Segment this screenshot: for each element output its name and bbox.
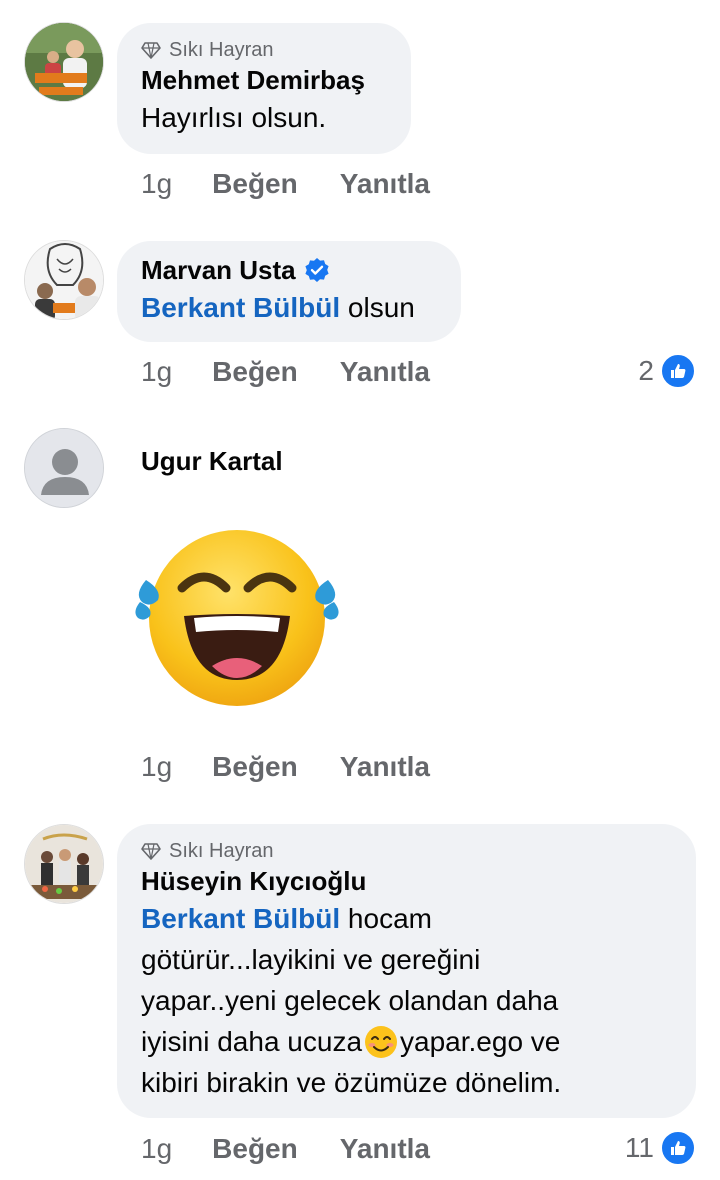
like-button[interactable]: Beğen <box>212 751 298 783</box>
avatar-photo <box>25 825 103 903</box>
comment-actions: 1g Beğen Yanıtla <box>141 354 430 390</box>
comment-time[interactable]: 1g <box>141 356 172 388</box>
comment-text-segment: yapar.ego ve <box>400 1026 561 1057</box>
avatar-photo <box>25 241 103 319</box>
comment-actions: 1g Beğen Yanıtla <box>141 166 430 202</box>
comment-text-line: yapar..yeni gelecek olandan daha <box>141 985 559 1016</box>
reaction-summary[interactable]: 2 <box>638 353 696 389</box>
comment-text-line: götürür...layikini ve gereğini <box>141 944 481 975</box>
comment-time[interactable]: 1g <box>141 751 172 783</box>
reaction-summary[interactable]: 11 <box>625 1130 696 1166</box>
laughing-with-tears-emoji <box>132 528 342 708</box>
comment-text-body: olsun <box>347 292 415 323</box>
fan-badge: Sıkı Hayran <box>141 838 672 864</box>
fan-badge-label: Sıkı Hayran <box>169 839 274 862</box>
comment-bubble: Sıkı Hayran Mehmet Demirbaş Hayırlısı ol… <box>117 23 411 154</box>
reaction-count: 11 <box>624 1132 654 1163</box>
avatar[interactable] <box>24 824 104 904</box>
comment-author[interactable]: Mehmet Demirbaş <box>141 63 387 97</box>
avatar[interactable] <box>24 22 104 102</box>
fan-badge: Sıkı Hayran <box>141 37 387 63</box>
comment-author[interactable]: Ugur Kartal <box>141 444 283 478</box>
comment-actions: 1g Beğen Yanıtla <box>141 749 430 785</box>
mention-link[interactable]: Berkant Bülbül <box>141 292 340 323</box>
avatar-photo <box>25 23 103 101</box>
comment-text-line: hocam <box>347 903 432 934</box>
comment-text-line: kibiri birakin ve özümüze dönelim. <box>141 1067 562 1098</box>
reaction-count: 2 <box>638 355 654 386</box>
like-button[interactable]: Beğen <box>212 356 298 388</box>
reply-button[interactable]: Yanıtla <box>340 1133 430 1165</box>
comment-text: Hayırlısı olsun. <box>141 102 327 133</box>
default-avatar-icon <box>25 429 103 507</box>
avatar[interactable] <box>24 428 104 508</box>
reply-button[interactable]: Yanıtla <box>340 356 430 388</box>
like-button[interactable]: Beğen <box>212 168 298 200</box>
mention-link[interactable]: Berkant Bülbül <box>141 903 340 934</box>
verified-badge-icon <box>305 258 329 282</box>
smiling-face-emoji-icon <box>365 1025 398 1058</box>
comment-text: Berkant Bülbül hocam götürür...layikini … <box>141 898 672 1103</box>
comment-bubble: Sıkı Hayran Hüseyin Kıycıoğlu Berkant Bü… <box>117 824 696 1118</box>
diamond-icon <box>141 42 161 59</box>
comment-author[interactable]: Hüseyin Kıycıoğlu <box>141 864 672 898</box>
comment-text: Berkant Bülbül olsun <box>141 287 437 328</box>
like-button[interactable]: Beğen <box>212 1133 298 1165</box>
comment-actions: 1g Beğen Yanıtla <box>141 1131 430 1167</box>
avatar[interactable] <box>24 240 104 320</box>
comment-text-segment: iyisini daha ucuza <box>141 1026 363 1057</box>
fan-badge-label: Sıkı Hayran <box>169 38 274 61</box>
reply-button[interactable]: Yanıtla <box>340 168 430 200</box>
reply-button[interactable]: Yanıtla <box>340 751 430 783</box>
comment-text-line: iyisini daha ucuza yapar.ego ve <box>141 1021 672 1062</box>
like-reaction-icon <box>660 353 696 389</box>
comment-time[interactable]: 1g <box>141 168 172 200</box>
comment-bubble: Marvan Usta Berkant Bülbül olsun <box>117 241 461 342</box>
like-reaction-icon <box>660 1130 696 1166</box>
diamond-icon <box>141 843 161 860</box>
comment-time[interactable]: 1g <box>141 1133 172 1165</box>
comment-author[interactable]: Marvan Usta <box>141 253 437 287</box>
